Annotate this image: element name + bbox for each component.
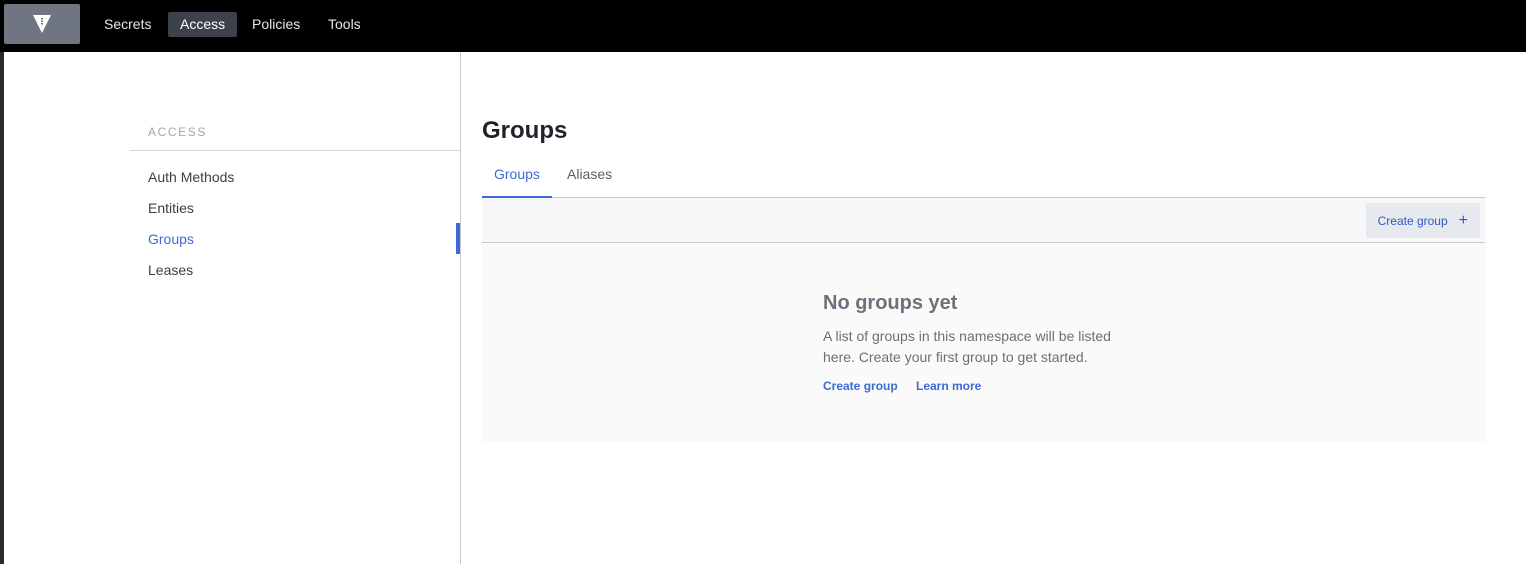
empty-state-create-group-link[interactable]: Create group	[823, 379, 898, 393]
nav-tools[interactable]: Tools	[316, 12, 373, 37]
sidebar: ACCESS Auth Methods Entities Groups Leas…	[4, 52, 461, 564]
vault-logo-button[interactable]	[4, 4, 80, 44]
sidebar-item-leases[interactable]: Leases	[148, 262, 193, 278]
vault-logo-icon	[33, 15, 51, 33]
sidebar-divider	[130, 150, 461, 151]
empty-state-title: No groups yet	[823, 292, 958, 314]
sidebar-heading: ACCESS	[148, 125, 207, 139]
nav-access[interactable]: Access	[168, 12, 238, 37]
tab-aliases[interactable]: Aliases	[555, 158, 624, 198]
sidebar-active-indicator	[456, 223, 460, 254]
top-navigation-bar: Secrets Access Policies Tools	[0, 0, 1526, 52]
empty-state-description: A list of groups in this namespace will …	[823, 328, 1111, 365]
nav-secrets[interactable]: Secrets	[92, 12, 163, 37]
toolbar: Create group +	[482, 198, 1485, 243]
sidebar-item-entities[interactable]: Entities	[148, 200, 194, 216]
create-group-label: Create group	[1377, 213, 1448, 228]
empty-state: No groups yet A list of groups in this n…	[482, 243, 1485, 442]
tab-groups[interactable]: Groups	[482, 158, 552, 198]
tab-bar: Groups Aliases	[482, 158, 1485, 198]
sidebar-item-auth-methods[interactable]: Auth Methods	[148, 169, 234, 185]
empty-state-learn-more-link[interactable]: Learn more	[916, 379, 981, 393]
page-title: Groups	[482, 117, 568, 144]
sidebar-item-groups[interactable]: Groups	[148, 231, 194, 247]
plus-icon: +	[1458, 211, 1468, 229]
create-group-button[interactable]: Create group +	[1365, 203, 1480, 238]
nav-policies[interactable]: Policies	[240, 12, 312, 37]
